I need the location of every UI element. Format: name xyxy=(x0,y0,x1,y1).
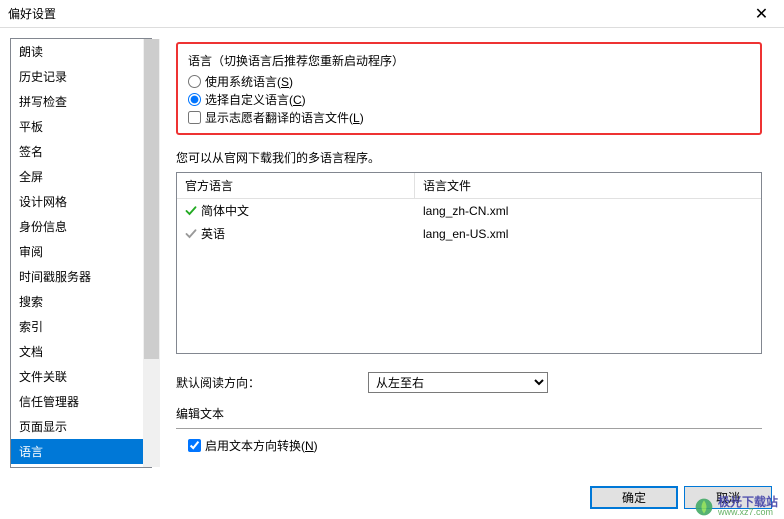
reading-direction-label: 默认阅读方向： xyxy=(176,374,368,391)
show-volunteer-translations-checkbox[interactable]: 显示志愿者翻译的语言文件(L) xyxy=(188,109,750,126)
table-header-file[interactable]: 语言文件 xyxy=(415,173,761,198)
reading-direction-select[interactable]: 从左至右从右至左 xyxy=(368,372,548,393)
download-hint: 您可以从官网下载我们的多语言程序。 xyxy=(176,149,762,166)
language-options-group: 语言（切换语言后推荐您重新启动程序） 使用系统语言(S) 选择自定义语言(C) … xyxy=(176,42,762,135)
sidebar-list[interactable]: 朗读历史记录拼写检查平板签名全屏设计网格身份信息审阅时间戳服务器搜索索引文档文件… xyxy=(10,38,152,468)
sidebar-item[interactable]: 历史记录 xyxy=(11,64,151,89)
edit-text-section-title: 编辑文本 xyxy=(176,405,762,422)
sidebar-item[interactable]: 信任管理器 xyxy=(11,389,151,414)
custom-language-radio[interactable]: 选择自定义语言(C) xyxy=(188,91,750,108)
enable-text-direction-checkbox[interactable]: 启用文本方向转换(N) xyxy=(188,437,762,454)
sidebar-item[interactable]: 朗读 xyxy=(11,39,151,64)
sidebar-item[interactable]: 全屏 xyxy=(11,164,151,189)
divider xyxy=(176,428,762,429)
content-panel: 语言（切换语言后推荐您重新启动程序） 使用系统语言(S) 选择自定义语言(C) … xyxy=(160,38,774,468)
table-row[interactable]: 简体中文lang_zh-CN.xml xyxy=(177,199,761,222)
language-table[interactable]: 官方语言 语言文件 简体中文lang_zh-CN.xml英语lang_en-US… xyxy=(176,172,762,354)
check-icon xyxy=(185,228,197,240)
sidebar-item[interactable]: 文件关联 xyxy=(11,364,151,389)
use-system-language-radio[interactable]: 使用系统语言(S) xyxy=(188,73,750,90)
sidebar-item[interactable]: 设计网格 xyxy=(11,189,151,214)
sidebar-item[interactable]: 文档 xyxy=(11,339,151,364)
sidebar-item[interactable]: 审阅 xyxy=(11,239,151,264)
window-title: 偏好设置 xyxy=(8,5,56,22)
sidebar-item[interactable]: 拼写检查 xyxy=(11,89,151,114)
language-group-title: 语言（切换语言后推荐您重新启动程序） xyxy=(188,52,750,69)
sidebar-item[interactable]: 平板 xyxy=(11,114,151,139)
close-button[interactable]: ✕ xyxy=(739,0,784,27)
check-icon xyxy=(185,205,197,217)
sidebar-item[interactable]: 页面显示 xyxy=(11,414,151,439)
ok-button[interactable]: 确定 xyxy=(590,486,678,509)
sidebar-item[interactable]: 索引 xyxy=(11,314,151,339)
sidebar-item[interactable]: 身份信息 xyxy=(11,214,151,239)
sidebar-item[interactable]: 搜索 xyxy=(11,289,151,314)
sidebar-item[interactable]: 阅读 xyxy=(11,464,151,468)
sidebar-scrollbar[interactable] xyxy=(143,39,160,467)
sidebar: 朗读历史记录拼写检查平板签名全屏设计网格身份信息审阅时间戳服务器搜索索引文档文件… xyxy=(10,38,160,468)
table-header-name[interactable]: 官方语言 xyxy=(177,173,415,198)
sidebar-item[interactable]: 时间戳服务器 xyxy=(11,264,151,289)
sidebar-item[interactable]: 签名 xyxy=(11,139,151,164)
sidebar-item[interactable]: 语言 xyxy=(11,439,151,464)
cancel-button[interactable]: 取消 xyxy=(684,486,772,509)
sidebar-scroll-thumb[interactable] xyxy=(144,39,159,359)
table-row[interactable]: 英语lang_en-US.xml xyxy=(177,222,761,245)
